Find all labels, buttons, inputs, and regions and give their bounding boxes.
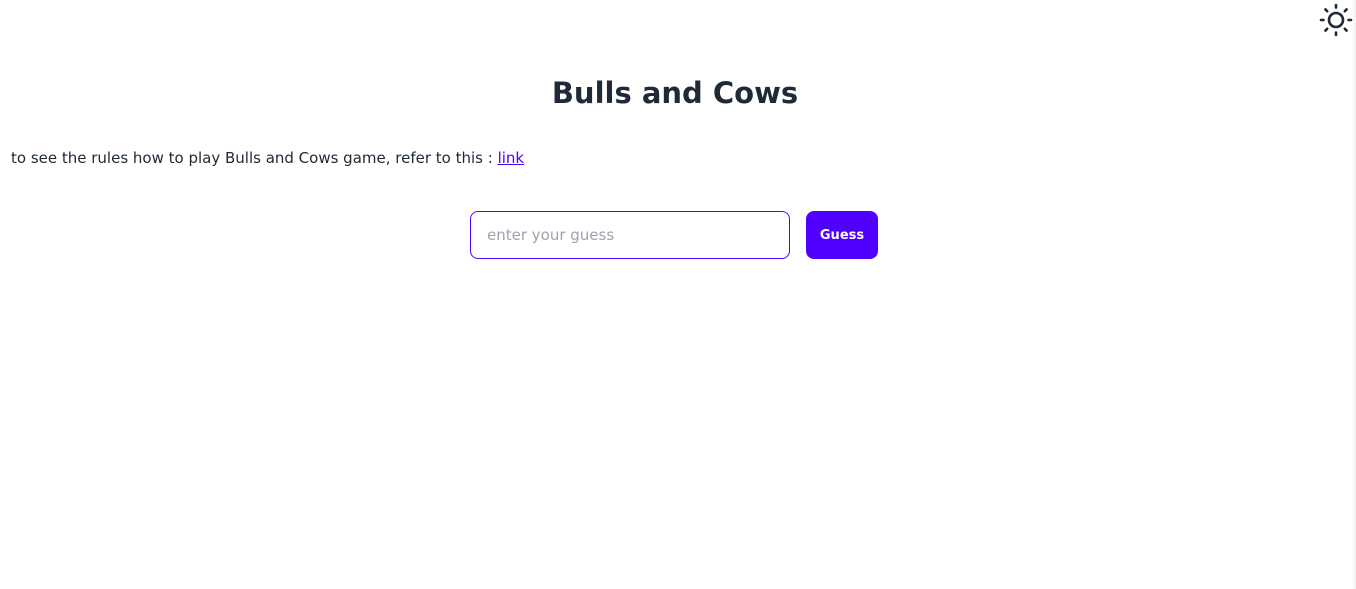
page: Bulls and Cows to see the rules how to p… <box>0 0 1356 589</box>
rules-description: to see the rules how to play Bulls and C… <box>11 149 498 167</box>
guess-button[interactable]: Guess <box>806 211 878 259</box>
scrollbar-edge <box>1352 0 1356 589</box>
page-title: Bulls and Cows <box>551 76 799 110</box>
theme-toggle-button[interactable] <box>1318 2 1354 38</box>
rules-text: to see the rules how to play Bulls and C… <box>11 149 524 167</box>
sun-icon <box>1319 3 1353 37</box>
rules-link[interactable]: link <box>498 149 525 167</box>
guess-input[interactable] <box>470 211 790 259</box>
guess-form: Guess <box>470 211 878 259</box>
